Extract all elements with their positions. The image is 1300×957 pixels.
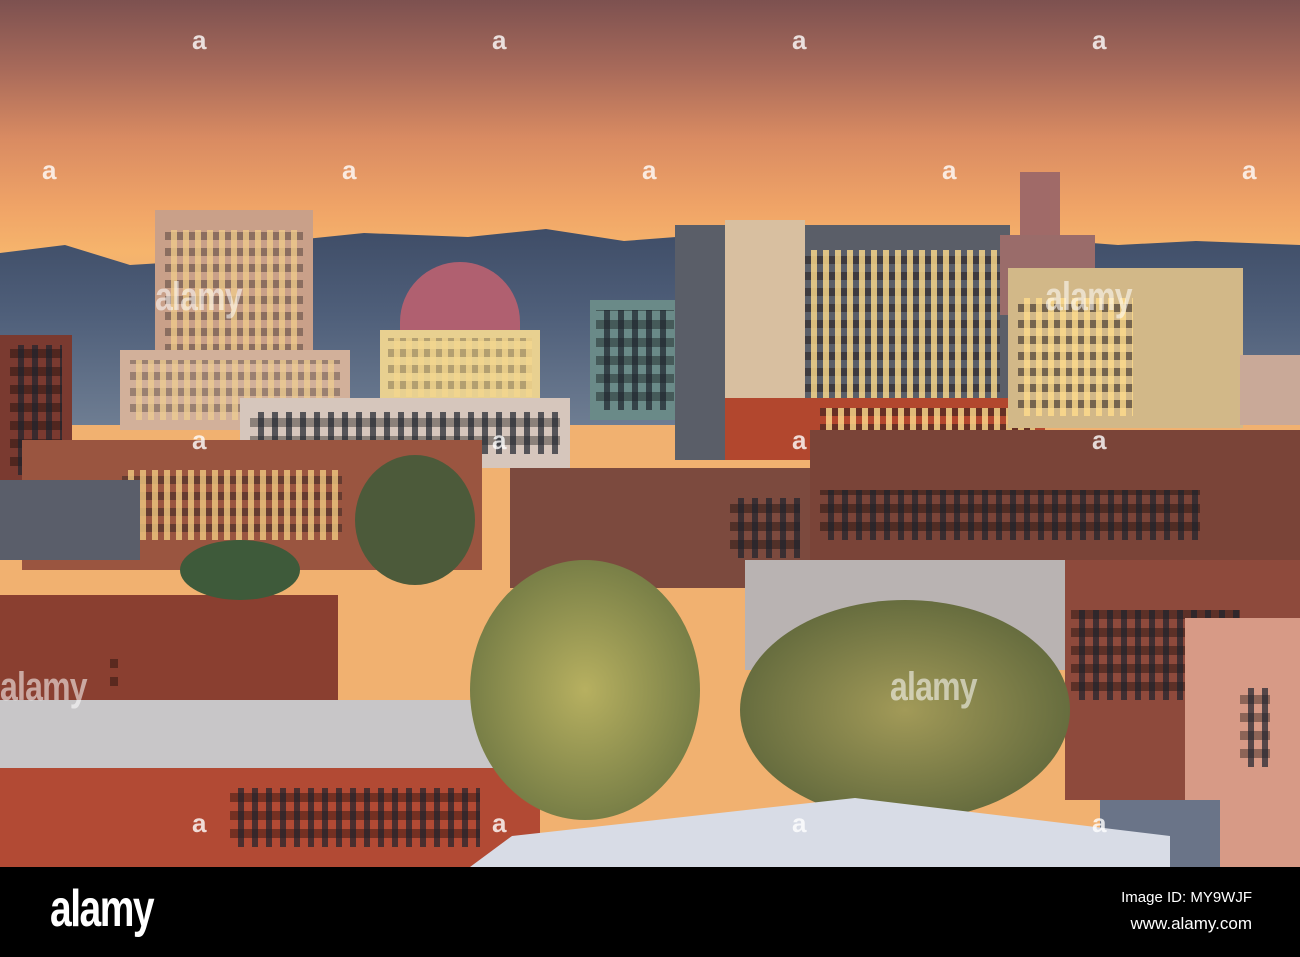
watermark-word: alamy <box>0 665 88 709</box>
watermark-glyph: a <box>1242 155 1257 185</box>
brick-front-building <box>0 768 540 867</box>
watermark-glyph: a <box>642 155 657 185</box>
watermark-glyph: a <box>792 425 807 455</box>
watermark-glyph: a <box>192 25 207 55</box>
skyline-photo: a a a a a a a a a a a a a a a a a alamy … <box>0 0 1300 867</box>
watermark-glyph: a <box>492 25 507 55</box>
brick-row-right <box>810 430 1300 560</box>
watermark-glyph: a <box>492 808 507 838</box>
watermark-word: alamy <box>890 665 978 709</box>
watermark-glyph: a <box>792 25 807 55</box>
gothic-tower <box>1020 172 1060 242</box>
city-hall-building <box>380 330 540 405</box>
distant-building-right <box>1240 355 1300 425</box>
watermark-glyph: a <box>942 155 957 185</box>
watermark-glyph: a <box>192 425 207 455</box>
watermark-word: alamy <box>1045 275 1133 319</box>
watermark-glyph: a <box>42 155 57 185</box>
alamy-logo[interactable]: alamy <box>50 879 155 939</box>
tree <box>180 540 300 600</box>
house-left <box>0 480 140 560</box>
watermark-glyph: a <box>342 155 357 185</box>
watermark-glyph: a <box>1092 25 1107 55</box>
footer-bar: alamy Image ID: MY9WJF www.alamy.com <box>0 867 1300 957</box>
watermark-glyph: a <box>792 808 807 838</box>
tree <box>740 600 1070 820</box>
watermark-glyph: a <box>1092 808 1107 838</box>
stock-photo-page: a a a a a a a a a a a a a a a a a alamy … <box>0 0 1300 957</box>
watermark-glyph: a <box>192 808 207 838</box>
image-id: Image ID: MY9WJF <box>1121 889 1252 906</box>
watermark-glyph: a <box>1092 425 1107 455</box>
glass-office-building <box>590 300 680 420</box>
tree <box>470 560 700 820</box>
watermark-glyph: a <box>492 425 507 455</box>
website-link[interactable]: www.alamy.com <box>1130 914 1252 934</box>
tree <box>355 455 475 585</box>
watermark-word: alamy <box>155 275 243 319</box>
